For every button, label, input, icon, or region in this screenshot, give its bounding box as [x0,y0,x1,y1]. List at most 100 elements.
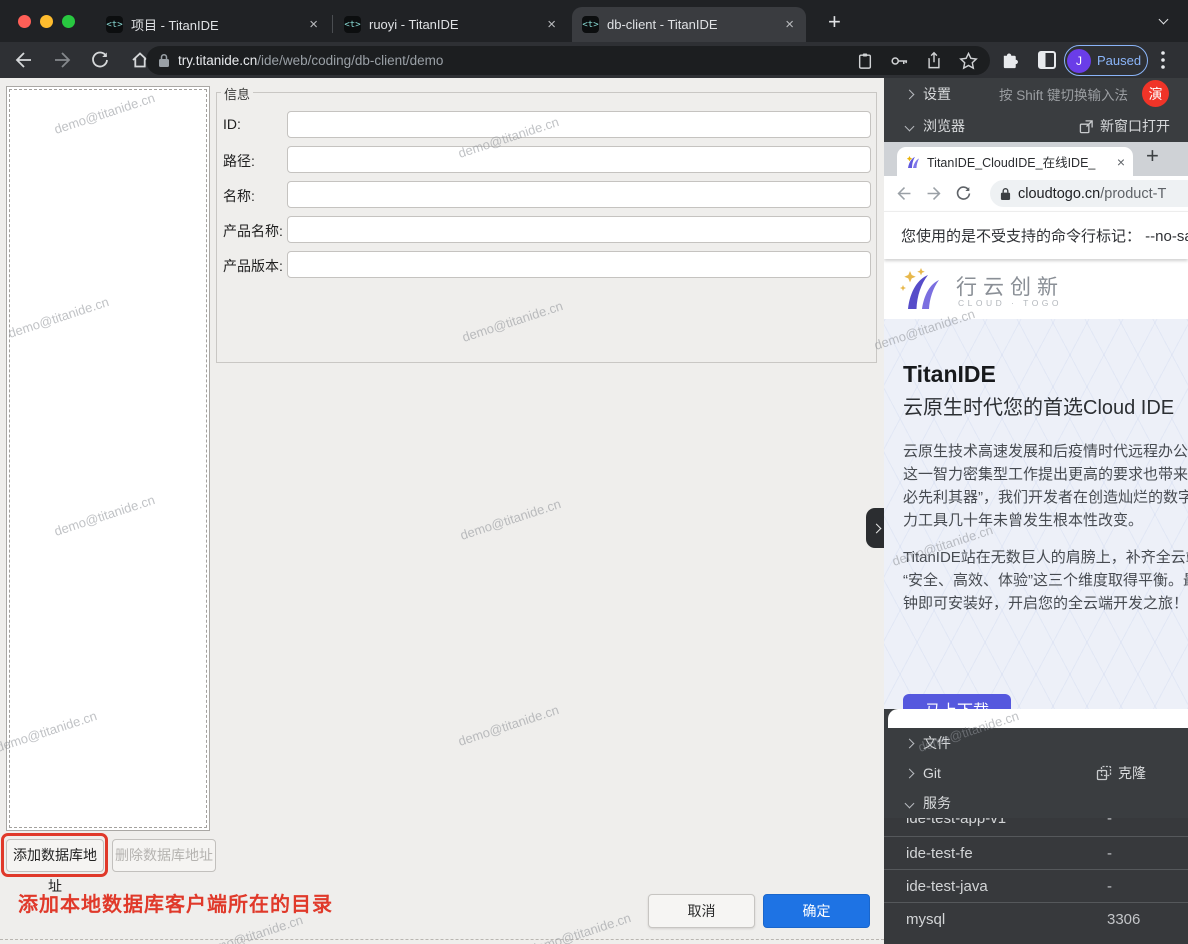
cloudtogo-logo-icon [900,267,950,313]
tab-close-icon[interactable]: × [783,17,796,32]
db-client-dialog: 信息 ID: 路径: 名称: 产品名称: 产品版本: 添加数据库地址 [0,78,884,944]
hero-paragraph-line: “安全、高效、体验”这三个维度取得平衡。最快5分 [903,569,1188,590]
sandbox-warning-bar: 您使用的是不受支持的命令行标记： --no-sandbox [884,211,1188,259]
extensions-puzzle-icon[interactable] [1000,50,1021,76]
services-section-header[interactable]: 服务 [884,788,1188,818]
tab-search-chevron-down-icon[interactable] [1159,15,1169,25]
hero-paragraph-line: 云原生技术高速发展和后疫情时代远程办公等多重因素，对软件开发 [903,440,1188,461]
page-bottom-strip [888,709,1188,728]
bookmark-star-icon[interactable] [959,52,978,70]
git-section-header[interactable]: Git 克隆 [884,758,1188,788]
delete-database-address-button[interactable]: 删除数据库地址 [112,839,216,872]
forward-icon[interactable] [52,50,72,70]
chevron-right-icon [905,738,915,748]
name-input[interactable] [287,181,871,208]
chevron-down-icon [905,121,915,131]
product-name-input[interactable] [287,216,871,243]
mac-minimize-button[interactable] [40,15,53,28]
profile-paused-pill[interactable]: J Paused [1064,45,1148,76]
side-panel-icon[interactable] [1038,51,1056,69]
services-list: ide-test-app-v1 - ide-test-fe - ide-test… [884,806,1188,944]
profile-avatar: J [1067,49,1091,73]
mini-forward-icon[interactable] [925,185,942,202]
demo-badge: 演 [1142,80,1169,107]
hero-paragraph-line: 钟即可安装好，开启您的全云端开发之旅！ [903,592,1188,613]
browser-tab-active[interactable]: <t> db-client - TitanIDE × [572,7,806,42]
path-input[interactable] [287,146,871,173]
service-row[interactable]: mysql 3306 [884,902,1188,944]
mini-url-host: cloudtogo.cn [1018,186,1100,202]
id-input[interactable] [287,111,871,138]
settings-label: 设置 [923,84,951,104]
tab-separator [332,15,333,33]
service-row[interactable]: ide-test-java - [884,869,1188,902]
hero-title: TitanIDE [903,361,996,388]
service-port: - [1107,878,1112,895]
open-new-window-label: 新窗口打开 [1100,116,1170,136]
service-name: mysql [906,911,945,928]
mini-browser-tabstrip: TitanIDE_CloudIDE_在线IDE_ × + [884,142,1188,176]
new-tab-button[interactable]: + [828,9,841,35]
share-icon[interactable] [926,51,942,70]
id-label: ID: [223,116,241,132]
add-database-address-button[interactable]: 添加数据库地址 [6,839,104,872]
url-host: try.titanide.cn [178,53,257,68]
tab-title: 项目 - TitanIDE [131,15,307,34]
panel-collapse-handle[interactable] [866,508,884,548]
mini-new-tab-button[interactable]: + [1146,143,1159,169]
service-row[interactable]: ide-test-fe - [884,836,1188,869]
info-groupbox: 信息 ID: 路径: 名称: 产品名称: 产品版本: [216,92,877,363]
chevron-right-icon [905,89,915,99]
browser-section-label: 浏览器 [923,116,965,136]
brand-name-cn: 行云创新 [956,271,1064,301]
address-bar[interactable]: try.titanide.cn/ide/web/coding/db-client… [146,46,990,75]
mini-tab-close-icon[interactable]: × [1117,154,1125,170]
mini-browser-toolbar: cloudtogo.cn/product-T [884,176,1188,211]
git-clone-button[interactable]: 克隆 [1096,758,1146,788]
browser-tab-1[interactable]: <t> 项目 - TitanIDE × [96,7,330,42]
mini-reload-icon[interactable] [955,185,972,202]
tab-close-icon[interactable]: × [545,17,558,32]
git-section-label: Git [923,765,941,781]
path-label: 路径: [223,151,255,171]
mac-close-button[interactable] [18,15,31,28]
mini-browser-tab[interactable]: TitanIDE_CloudIDE_在线IDE_ × [897,147,1133,176]
red-annotation-text: 添加本地数据库客户端所在的目录 [18,888,333,917]
open-new-window-button[interactable]: 新窗口打开 [1079,116,1170,136]
titanide-favicon-icon: <t> [344,16,361,33]
mini-url-path: /product-T [1100,186,1166,202]
mini-address-bar[interactable]: cloudtogo.cn/product-T [990,180,1188,207]
tab-title: db-client - TitanIDE [607,17,783,32]
cancel-button[interactable]: 取消 [648,894,755,928]
dialog-bottom-edge [0,939,884,940]
url-path: /ide/web/coding/db-client/demo [257,53,443,68]
browser-tab-2[interactable]: <t> ruoyi - TitanIDE × [334,7,568,42]
mini-back-icon[interactable] [896,185,913,202]
clipboard-icon[interactable] [857,52,873,70]
clone-icon [1096,765,1112,781]
hero-subtitle: 云原生时代您的首选Cloud IDE [903,391,1174,420]
files-section-label: 文件 [923,733,951,753]
screenshot: <t> 项目 - TitanIDE × <t> ruoyi - TitanIDE… [0,0,1188,944]
files-section-header[interactable]: 文件 [884,728,1188,758]
tab-close-icon[interactable]: × [307,17,320,32]
browser-menu-dots-icon[interactable] [1160,49,1166,76]
ide-side-panel: 设置 按 Shift 键切换输入法 演 浏览器 新窗口打开 TitanIDE_C… [884,78,1188,944]
confirm-button[interactable]: 确定 [763,894,870,928]
ime-hint-text: 按 Shift 键切换输入法 [999,84,1128,104]
service-port: 3306 [1107,911,1140,928]
cloudtogo-favicon-icon [905,154,921,170]
browser-section-header[interactable]: 浏览器 新窗口打开 [884,110,1188,142]
hero-paragraph-line: 力工具几十年未曾发生根本性改变。 [903,509,1188,530]
mac-zoom-button[interactable] [62,15,75,28]
https-lock-icon [158,53,170,68]
service-name: ide-test-java [906,878,988,895]
password-key-icon[interactable] [890,52,909,70]
database-address-list[interactable] [6,86,210,831]
product-version-input[interactable] [287,251,871,278]
back-icon[interactable] [14,50,34,70]
reload-icon[interactable] [90,50,110,70]
sandbox-warning-text: 您使用的是不受支持的命令行标记： --no-sandbox [901,225,1188,246]
name-label: 名称: [223,186,255,206]
chevron-right-icon [905,768,915,778]
